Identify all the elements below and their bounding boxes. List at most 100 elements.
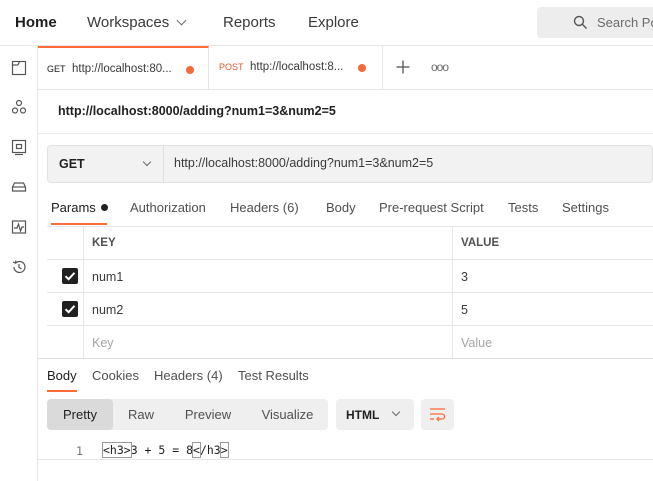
more-options-icon[interactable]: ooo — [431, 60, 449, 74]
collections-icon[interactable] — [10, 59, 28, 77]
code-content: 3 + 5 = 8 — [130, 443, 194, 457]
tab-headers[interactable]: Headers (6) — [230, 200, 299, 215]
line-number: 1 — [76, 444, 83, 458]
wrap-lines-icon — [430, 408, 446, 422]
key-header: KEY — [92, 237, 116, 249]
value-cell[interactable]: 3 — [453, 260, 653, 292]
tab-url: http://localhost:80... — [72, 63, 172, 75]
value-header: VALUE — [461, 237, 500, 249]
param-checkbox[interactable] — [62, 268, 78, 284]
param-value: 5 — [461, 303, 468, 317]
top-navigation: Home Workspaces Reports Explore Search P… — [0, 0, 653, 46]
value-cell[interactable]: 5 — [453, 293, 653, 325]
view-visualize-button[interactable]: Visualize — [247, 399, 328, 430]
response-tab-cookies[interactable]: Cookies — [92, 368, 139, 383]
view-pretty-button[interactable]: Pretty — [47, 399, 113, 430]
tab-params[interactable]: Params — [51, 200, 108, 215]
wrap-lines-button[interactable] — [421, 399, 454, 430]
value-input[interactable]: Value — [453, 326, 653, 358]
left-sidebar — [0, 46, 38, 481]
param-key: num2 — [92, 303, 124, 317]
url-input[interactable]: http://localhost:8000/adding?num1=3&num2… — [174, 156, 433, 170]
divider — [38, 133, 653, 134]
format-select[interactable]: HTML — [336, 399, 414, 430]
table-row: num1 3 — [47, 260, 653, 293]
tab-url: http://localhost:8... — [250, 61, 344, 73]
search-icon — [573, 15, 587, 29]
tab-settings[interactable]: Settings — [562, 200, 609, 215]
table-header-row: KEY VALUE — [47, 227, 653, 260]
chevron-down-icon — [176, 15, 187, 26]
value-column-header: VALUE — [453, 227, 653, 259]
apis-icon[interactable] — [10, 98, 28, 116]
param-value: 3 — [461, 270, 468, 284]
checkbox-cell — [47, 260, 84, 292]
tab-headers-count: (6) — [282, 200, 299, 215]
request-tab-post[interactable]: POST http://localhost:8... — [209, 46, 383, 90]
code-close-rest: /h3 — [199, 443, 221, 457]
code-close-lt: < — [192, 442, 201, 458]
tab-method: GET — [47, 64, 66, 74]
view-raw-button[interactable]: Raw — [113, 399, 169, 430]
environments-icon[interactable] — [10, 138, 28, 156]
code-close-gt: > — [219, 442, 229, 458]
view-mode-segmented-control: Pretty Raw Preview Visualize — [47, 399, 328, 430]
view-preview-button[interactable]: Preview — [169, 399, 247, 430]
method-select[interactable]: GET — [48, 146, 164, 182]
tab-params-label: Params — [51, 200, 96, 215]
nav-workspaces-label: Workspaces — [87, 14, 170, 31]
key-cell[interactable]: num1 — [84, 260, 453, 292]
key-input[interactable]: Key — [84, 326, 453, 358]
checkmark-icon — [64, 305, 76, 314]
nav-reports[interactable]: Reports — [223, 14, 276, 31]
unsaved-dot — [358, 64, 366, 72]
chevron-down-icon — [391, 407, 401, 417]
search-placeholder: Search Po — [597, 15, 653, 30]
checkbox-column-header — [47, 227, 84, 259]
table-row: num2 5 — [47, 293, 653, 326]
nav-workspaces[interactable]: Workspaces — [87, 14, 187, 31]
param-key: num1 — [92, 270, 124, 284]
mock-servers-icon[interactable] — [10, 178, 28, 196]
tab-body[interactable]: Body — [326, 200, 356, 215]
chevron-down-icon — [142, 157, 152, 167]
checkmark-icon — [64, 272, 76, 281]
tab-pre-request-script[interactable]: Pre-request Script — [379, 200, 484, 215]
param-checkbox[interactable] — [62, 301, 78, 317]
tab-method: POST — [219, 62, 244, 72]
request-tab-get[interactable]: GET http://localhost:80... — [38, 46, 209, 90]
code-text: <h3>3 + 5 = 8</h3> — [102, 442, 229, 458]
tab-headers-label: Headers — [230, 200, 280, 215]
tab-authorization[interactable]: Authorization — [130, 200, 206, 215]
table-row-empty: Key Value — [47, 326, 653, 359]
monitors-icon[interactable] — [10, 218, 28, 236]
unsaved-dot — [186, 66, 194, 74]
active-tab-underline — [51, 223, 107, 225]
key-placeholder: Key — [92, 336, 114, 350]
params-table: KEY VALUE num1 3 num2 5 Key Value — [47, 226, 653, 359]
search-input[interactable]: Search Po — [537, 7, 653, 38]
value-placeholder: Value — [461, 336, 493, 350]
response-tab-headers-count: (4) — [206, 368, 223, 383]
response-tab-test-results[interactable]: Test Results — [238, 368, 309, 383]
history-icon[interactable] — [10, 258, 28, 276]
params-indicator-dot — [100, 204, 108, 211]
nav-explore[interactable]: Explore — [308, 14, 359, 31]
checkbox-cell — [47, 326, 84, 358]
nav-home[interactable]: Home — [15, 14, 57, 31]
tab-tests[interactable]: Tests — [508, 200, 538, 215]
request-title[interactable]: http://localhost:8000/adding?num1=3&num2… — [58, 104, 336, 118]
format-label: HTML — [346, 408, 380, 422]
response-tab-headers[interactable]: Headers (4) — [154, 368, 223, 383]
url-bar: GET http://localhost:8000/adding?num1=3&… — [47, 145, 653, 183]
active-response-tab-underline — [47, 390, 77, 392]
response-tab-body[interactable]: Body — [47, 368, 77, 383]
response-code-line[interactable]: 1 <h3>3 + 5 = 8</h3> — [38, 440, 653, 460]
request-tabs-bar: GET http://localhost:80... POST http://l… — [38, 46, 653, 90]
method-label: GET — [59, 157, 85, 171]
key-cell[interactable]: num2 — [84, 293, 453, 325]
new-tab-plus-icon[interactable] — [395, 59, 411, 75]
key-column-header: KEY — [84, 227, 453, 259]
response-divider[interactable] — [38, 358, 653, 359]
code-open-tag: <h3> — [102, 442, 132, 458]
